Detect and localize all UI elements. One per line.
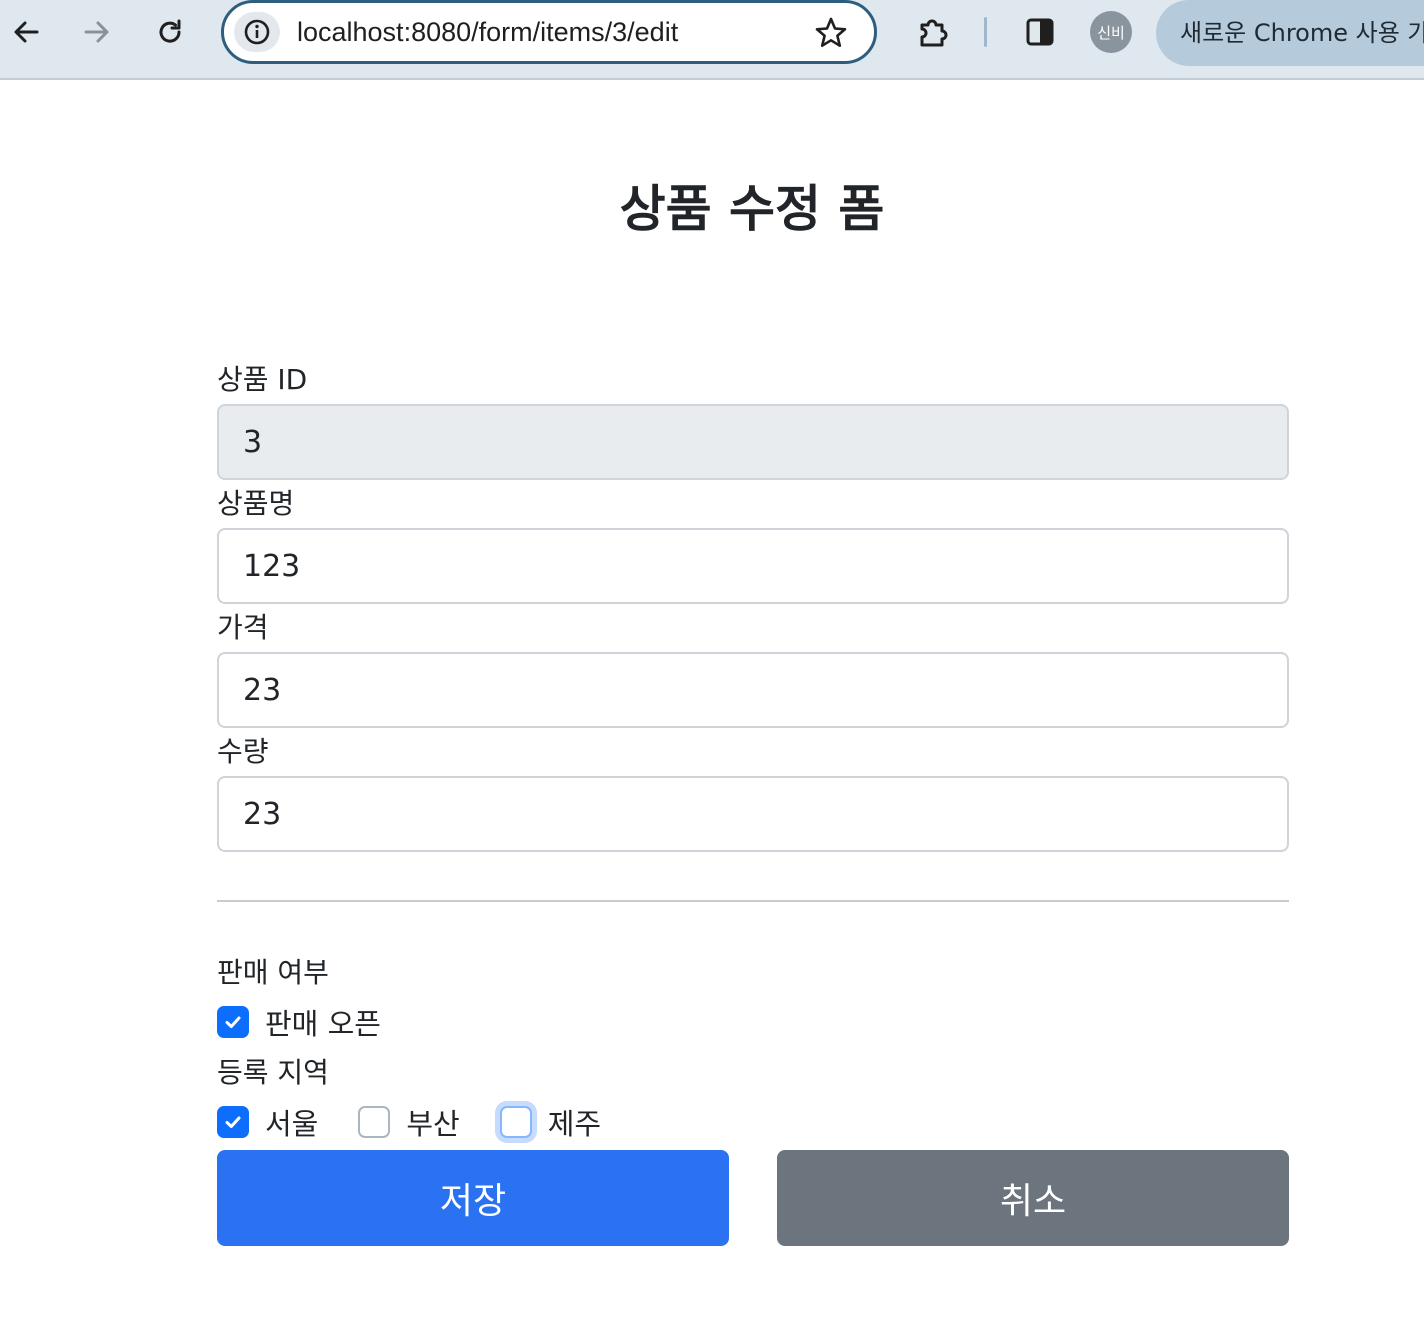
extensions-icon (920, 19, 948, 47)
regions-row: 서울 부산 제주 (217, 1102, 641, 1142)
region-checkbox-busan[interactable] (358, 1106, 391, 1138)
bookmark-star-icon (815, 17, 847, 47)
profile-chip[interactable]: 새로운 Chrome 사용 가 (1156, 0, 1424, 66)
region-item-jeju[interactable]: 제주 (499, 1101, 601, 1143)
region-checkbox-seoul[interactable] (217, 1106, 249, 1138)
item-id-input[interactable] (217, 404, 1289, 480)
form-divider (217, 900, 1289, 902)
site-info-icon (244, 19, 270, 45)
save-button[interactable]: 저장 (217, 1150, 729, 1246)
back-button[interactable] (4, 10, 48, 54)
side-panel-button[interactable] (1018, 10, 1062, 54)
quantity-input[interactable] (217, 776, 1289, 852)
forward-arrow-icon (84, 21, 109, 43)
side-panel-icon (1026, 18, 1054, 46)
sale-open-label[interactable]: 판매 오픈 (265, 1001, 381, 1043)
address-bar[interactable]: localhost:8080/form/items/3/edit (221, 0, 877, 64)
field-price: 가격 (217, 608, 1289, 732)
site-info-button[interactable] (234, 12, 280, 52)
page-title: 상품 수정 폼 (619, 180, 885, 238)
price-label: 가격 (217, 611, 269, 644)
forward-button[interactable] (75, 10, 119, 54)
region-label-busan[interactable]: 부산 (406, 1101, 459, 1143)
region-item-seoul[interactable]: 서울 (217, 1101, 318, 1143)
item-name-input[interactable] (217, 528, 1289, 604)
url-text[interactable]: localhost:8080/form/items/3/edit (297, 17, 678, 48)
checkmark-icon (225, 1116, 241, 1128)
field-quantity: 수량 (217, 732, 1289, 856)
extensions-button[interactable] (911, 10, 955, 54)
bookmark-star-button[interactable] (814, 16, 848, 54)
back-arrow-icon (14, 21, 39, 43)
regions-label: 등록 지역 (217, 1056, 329, 1089)
item-id-label: 상품 ID (217, 363, 308, 396)
sale-status-label: 판매 여부 (217, 956, 329, 989)
region-label-seoul[interactable]: 서울 (265, 1101, 318, 1143)
region-item-busan[interactable]: 부산 (358, 1101, 460, 1143)
region-label-jeju[interactable]: 제주 (548, 1101, 601, 1143)
browser-toolbar: localhost:8080/form/items/3/edit 신비 새로운 … (0, 0, 1424, 80)
region-checkbox-jeju[interactable] (499, 1106, 532, 1138)
sale-open-checkbox-item[interactable]: 판매 오픈 (217, 1001, 381, 1043)
reload-icon (159, 19, 181, 43)
reload-button[interactable] (148, 10, 192, 54)
sale-open-row: 판매 오픈 (217, 1002, 421, 1042)
checkmark-icon (225, 1016, 241, 1028)
cancel-button[interactable]: 취소 (777, 1150, 1289, 1246)
field-item-name: 상품명 (217, 484, 1289, 608)
sale-open-checkbox[interactable] (217, 1006, 249, 1038)
item-name-label: 상품명 (217, 487, 295, 520)
item-edit-form: 상품 ID 상품명 가격 수량 (217, 360, 1289, 856)
field-item-id: 상품 ID (217, 360, 1289, 484)
quantity-label: 수량 (217, 735, 269, 768)
profile-avatar[interactable]: 신비 (1090, 11, 1132, 53)
toolbar-divider (984, 17, 987, 47)
price-input[interactable] (217, 652, 1289, 728)
